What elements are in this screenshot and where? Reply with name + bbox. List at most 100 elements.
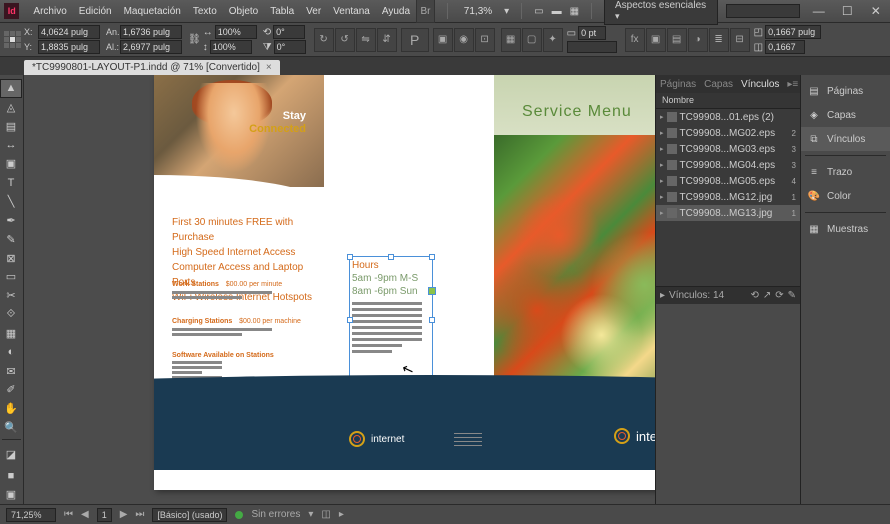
eyedropper-tool[interactable]: ✐: [0, 381, 22, 400]
zoom-tool[interactable]: 🔍: [0, 418, 22, 437]
link-item[interactable]: ▸TC99908...MG13.jpg1: [656, 205, 800, 221]
apply-color[interactable]: ■: [0, 466, 22, 485]
goto-link-icon[interactable]: ↗: [763, 290, 771, 301]
rectangle-frame-tool[interactable]: ⊠: [0, 249, 22, 268]
dock-muestras[interactable]: ▦Muestras: [801, 217, 890, 241]
panel-menu-icon[interactable]: ▸≡: [787, 79, 798, 90]
select-container-icon[interactable]: ▣: [433, 28, 453, 52]
edit-original-icon[interactable]: ✎: [788, 290, 796, 301]
handle-ml[interactable]: [347, 317, 353, 323]
link-item[interactable]: ▸TC99908...MG04.eps3: [656, 157, 800, 173]
rotate-input[interactable]: [273, 25, 305, 39]
flip-v-icon[interactable]: ⇵: [377, 28, 397, 52]
fit-icon[interactable]: ⊡: [475, 28, 495, 52]
canvas-area[interactable]: Stay Connected First 30 minutes FREE wit…: [24, 75, 655, 504]
view-icon[interactable]: ▭: [534, 6, 543, 17]
close-tab-icon[interactable]: ×: [266, 62, 272, 73]
layer-indicator[interactable]: [Básico] (usado): [152, 508, 227, 522]
shear-input[interactable]: [274, 40, 306, 54]
page-nav-first-icon[interactable]: ⏮: [64, 509, 73, 520]
minimize-button[interactable]: —: [808, 3, 829, 19]
handle-tr[interactable]: [429, 254, 435, 260]
scale-x-input[interactable]: [215, 25, 257, 39]
handle-tl[interactable]: [347, 254, 353, 260]
out-port[interactable]: [428, 287, 436, 295]
relink-icon[interactable]: ⟲: [750, 290, 758, 301]
dock-trazo[interactable]: ≡Trazo: [801, 160, 890, 184]
corner-input[interactable]: [765, 25, 821, 39]
x-input[interactable]: [38, 25, 100, 39]
page-nav-next-icon[interactable]: ▶: [120, 509, 128, 520]
close-button[interactable]: ✕: [865, 3, 886, 19]
menu-ver[interactable]: Ver: [300, 4, 327, 19]
gradient-feather-tool[interactable]: ◐: [0, 343, 22, 362]
type-tool[interactable]: T: [0, 173, 22, 192]
workspace-switcher[interactable]: Aspectos esenciales ▾: [604, 0, 718, 25]
menu-edicion[interactable]: Edición: [73, 4, 118, 19]
screen-mode[interactable]: ▣: [0, 485, 22, 504]
wrap-next-icon[interactable]: ⊟: [730, 28, 750, 52]
status-misc-icon[interactable]: ◫: [321, 509, 330, 520]
wrap-bbox-icon[interactable]: ▤: [667, 28, 687, 52]
zoom-dropdown-icon[interactable]: ▾: [504, 6, 509, 17]
scissors-tool[interactable]: ✂: [0, 286, 22, 305]
handle-tm[interactable]: [388, 254, 394, 260]
direct-selection-tool[interactable]: ◬: [0, 98, 22, 117]
update-link-icon[interactable]: ⟳: [775, 290, 783, 301]
page-nav-prev-icon[interactable]: ◀: [81, 509, 89, 520]
zoom-input[interactable]: [6, 508, 56, 522]
reference-point-icon[interactable]: [4, 31, 22, 49]
hand-tool[interactable]: ✋: [0, 399, 22, 418]
effects-icon[interactable]: fx: [625, 28, 645, 52]
link-item[interactable]: ▸TC99908...01.eps (2): [656, 109, 800, 125]
panel-tab-capas[interactable]: Capas: [704, 79, 733, 90]
maximize-button[interactable]: ☐: [837, 3, 858, 19]
rotate-cw-icon[interactable]: ↻: [314, 28, 334, 52]
constrain-icon[interactable]: ⛓: [188, 34, 201, 45]
link-item[interactable]: ▸TC99908...MG02.eps2: [656, 125, 800, 141]
select-content-icon[interactable]: ◉: [454, 28, 474, 52]
fill-frame-icon[interactable]: ▦: [501, 28, 521, 52]
free-transform-tool[interactable]: ⟐: [0, 305, 22, 324]
handle-mr[interactable]: [429, 317, 435, 323]
wrap-jump-icon[interactable]: ≣: [709, 28, 729, 52]
menu-tabla[interactable]: Tabla: [264, 4, 300, 19]
menu-ventana[interactable]: Ventana: [327, 4, 376, 19]
menu-texto[interactable]: Texto: [187, 4, 223, 19]
selection-tool[interactable]: ▲: [0, 79, 22, 98]
link-item[interactable]: ▸TC99908...MG05.eps4: [656, 173, 800, 189]
menu-objeto[interactable]: Objeto: [223, 4, 264, 19]
center-icon[interactable]: ✦: [543, 28, 563, 52]
bridge-icon[interactable]: Br: [416, 0, 435, 23]
wrap-shape-icon[interactable]: ◑: [688, 28, 708, 52]
link-item[interactable]: ▸TC99908...MG03.eps3: [656, 141, 800, 157]
screen-icon[interactable]: ▬: [552, 6, 562, 17]
links-column-header[interactable]: Nombre: [656, 93, 800, 109]
menu-ayuda[interactable]: Ayuda: [376, 4, 416, 19]
link-item[interactable]: ▸TC99908...MG12.jpg1: [656, 189, 800, 205]
arrange-icon[interactable]: ▦: [570, 6, 579, 17]
preflight-text[interactable]: Sin errores: [251, 509, 300, 520]
page-tool[interactable]: ▤: [0, 117, 22, 136]
panel-tab-vinculos[interactable]: Vínculos: [741, 79, 779, 90]
fill-stroke-swap[interactable]: ◪: [0, 442, 22, 466]
gradient-swatch-tool[interactable]: ▦: [0, 324, 22, 343]
content-collector-tool[interactable]: ▣: [0, 154, 22, 173]
opacity-input[interactable]: [765, 40, 805, 54]
menu-maquetacion[interactable]: Maquetación: [118, 4, 187, 19]
stroke-style[interactable]: [567, 41, 617, 53]
document-canvas[interactable]: Stay Connected First 30 minutes FREE wit…: [154, 75, 655, 490]
line-tool[interactable]: ╲: [0, 192, 22, 211]
w-input[interactable]: [120, 25, 182, 39]
wrap-none-icon[interactable]: ▣: [646, 28, 666, 52]
h-input[interactable]: [120, 40, 182, 54]
rotate-ccw-icon[interactable]: ↺: [335, 28, 355, 52]
rectangle-tool[interactable]: ▭: [0, 267, 22, 286]
panel-tab-paginas[interactable]: Páginas: [660, 79, 696, 90]
selected-text-frame[interactable]: Hours 5am -9pm M-S 8am -6pm Sun: [349, 256, 433, 384]
page-nav-last-icon[interactable]: ⏭: [135, 509, 144, 520]
page-indicator[interactable]: 1: [97, 508, 112, 522]
dock-color[interactable]: 🎨Color: [801, 184, 890, 208]
scale-y-input[interactable]: [210, 40, 252, 54]
zoom-display[interactable]: 71,3%: [460, 6, 496, 17]
